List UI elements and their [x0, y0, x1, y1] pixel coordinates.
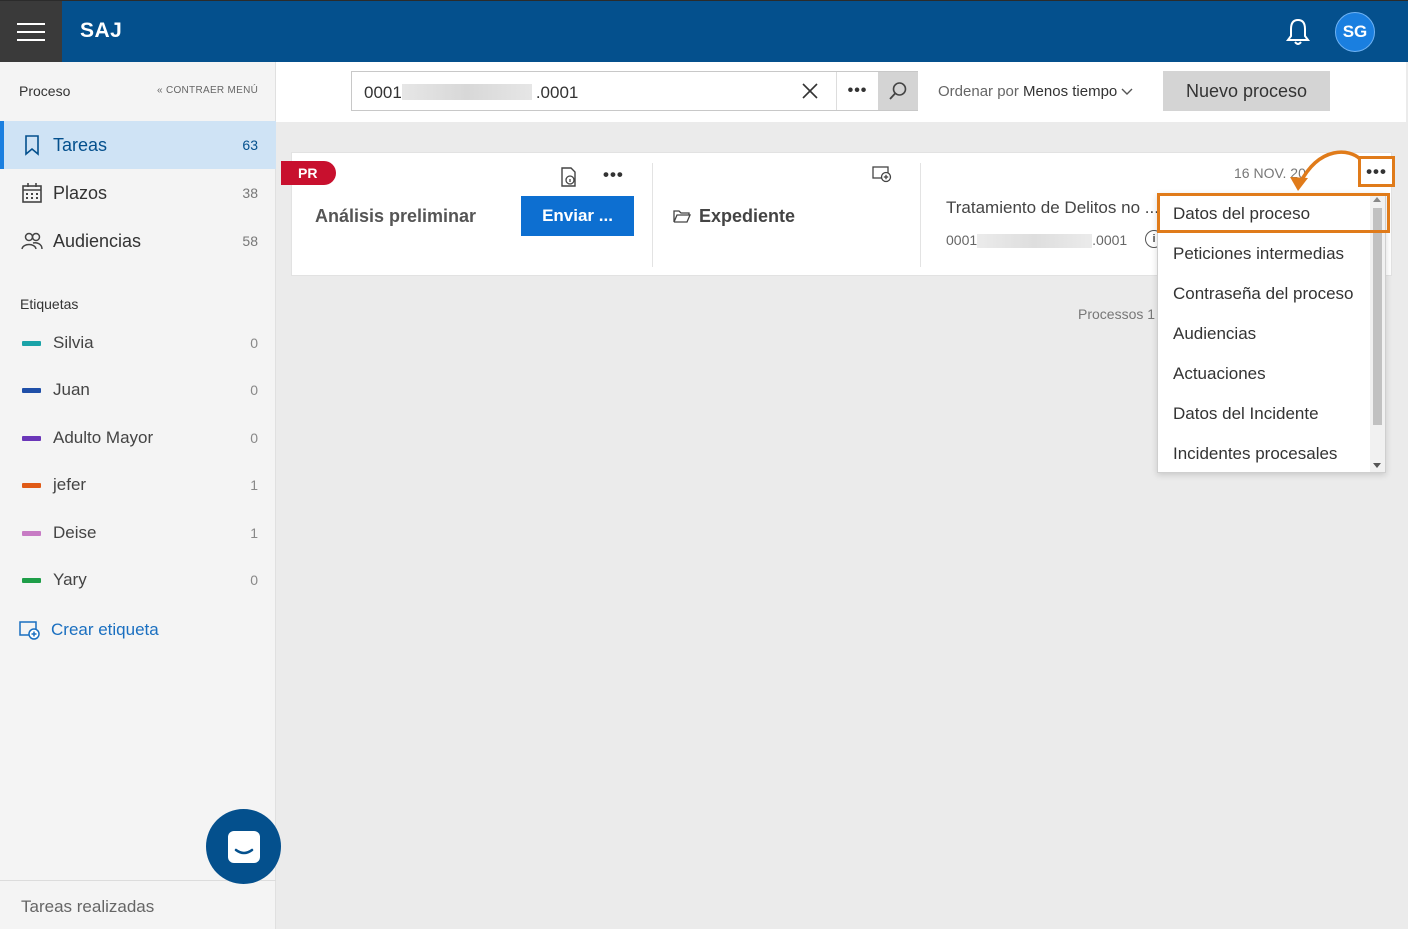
sidebar-item-label: Plazos [53, 182, 108, 203]
user-avatar[interactable]: SG [1335, 12, 1375, 52]
hamburger-menu-icon[interactable] [0, 1, 62, 62]
tag-count: 1 [250, 525, 258, 541]
sort-prefix: Ordenar por [938, 83, 1019, 100]
tag-label: Juan [53, 380, 90, 399]
tag-count: 0 [250, 382, 258, 398]
tag-label: Yary [53, 570, 87, 589]
top-bar: SAJ SG [0, 0, 1408, 62]
tag-item-adulto-mayor[interactable]: Adulto Mayor 0 [0, 418, 276, 458]
create-tag-link[interactable]: Crear etiqueta [19, 620, 159, 640]
sidebar-item-label: Tareas [53, 134, 108, 155]
tag-label: Silvia [53, 333, 94, 352]
menu-item-peticiones-intermedias[interactable]: Peticiones intermedias [1158, 234, 1370, 274]
process-type-badge: PR [281, 161, 336, 185]
redacted-text [402, 84, 532, 100]
sidebar-title: Proceso [19, 83, 71, 99]
sidebar: Proceso « CONTRAER MENÚ Tareas 63 Plazos… [0, 62, 276, 929]
tag-item-yary[interactable]: Yary 0 [0, 560, 276, 600]
menu-item-incidentes-procesales[interactable]: Incidentes procesales [1158, 434, 1370, 472]
highlight-box [1157, 193, 1390, 233]
sort-dropdown[interactable]: Ordenar por Menos tiempo [938, 83, 1133, 100]
sidebar-item-count: 58 [242, 233, 258, 249]
tags-section-title: Etiquetas [20, 296, 79, 312]
add-tag-icon [19, 621, 40, 640]
tag-color-bar [22, 435, 41, 441]
annotation-arrow-icon [1290, 150, 1362, 191]
search-button[interactable] [878, 72, 918, 110]
tag-label: jefer [53, 475, 87, 494]
tag-count: 1 [250, 477, 258, 493]
clear-icon[interactable] [799, 80, 821, 102]
sort-value: Menos tiempo [1023, 83, 1118, 100]
tag-color-bar [22, 577, 41, 583]
tag-count: 0 [250, 430, 258, 446]
expediente-link[interactable]: Expediente [673, 206, 795, 227]
sidebar-item-audiencias[interactable]: Audiencias 58 [0, 217, 276, 265]
tag-item-jefer[interactable]: jefer 1 [0, 465, 276, 505]
chevron-down-icon [1121, 88, 1133, 95]
send-button[interactable]: Enviar ... [521, 196, 634, 236]
tag-count: 0 [250, 335, 258, 351]
processes-count: Processos 1 [1078, 306, 1156, 322]
done-tasks-link[interactable]: Tareas realizadas [0, 880, 276, 929]
bookmark-icon [25, 135, 39, 156]
menu-scrollbar[interactable] [1370, 194, 1385, 472]
sidebar-item-label: Audiencias [53, 230, 142, 251]
toolbar: 0001.0001 ••• Ordenar por Menos tiempo N… [276, 62, 1406, 122]
expediente-label: Expediente [699, 206, 796, 226]
divider [920, 163, 921, 267]
bell-icon[interactable] [1284, 17, 1312, 47]
task-options-button[interactable]: ••• [603, 165, 624, 185]
sidebar-item-tareas[interactable]: Tareas 63 [0, 121, 276, 169]
tag-color-bar [22, 340, 41, 346]
scrollbar-thumb[interactable] [1373, 208, 1382, 425]
sidebar-item-count: 38 [242, 185, 258, 201]
done-tasks-label: Tareas realizadas [21, 897, 155, 916]
menu-item-actuaciones[interactable]: Actuaciones [1158, 354, 1370, 394]
tag-item-juan[interactable]: Juan 0 [0, 370, 276, 410]
search-box[interactable]: 0001.0001 ••• [351, 71, 918, 111]
tag-color-bar [22, 387, 41, 393]
process-options-menu: Datos del proceso Peticiones intermedias… [1157, 193, 1386, 473]
tag-label: Adulto Mayor [53, 428, 154, 447]
chat-icon [227, 830, 260, 863]
brand-logo[interactable]: SAJ [80, 19, 122, 43]
document-info-icon[interactable] [560, 167, 578, 187]
calendar-icon [22, 183, 42, 203]
tag-count: 0 [250, 572, 258, 588]
process-number[interactable]: 0001.0001 [946, 232, 1127, 249]
menu-item-datos-del-incidente[interactable]: Datos del Incidente [1158, 394, 1370, 434]
tag-color-bar [22, 530, 41, 536]
add-tag-icon[interactable] [872, 165, 892, 183]
search-icon [889, 82, 907, 100]
new-process-button[interactable]: Nuevo proceso [1163, 71, 1330, 111]
tag-label: Deise [53, 523, 97, 542]
scroll-down-icon[interactable] [1373, 463, 1381, 468]
search-options-button[interactable]: ••• [836, 72, 878, 110]
tag-item-deise[interactable]: Deise 1 [0, 513, 276, 553]
sidebar-item-plazos[interactable]: Plazos 38 [0, 169, 276, 217]
people-icon [21, 232, 43, 250]
collapse-menu-button[interactable]: « CONTRAER MENÚ [157, 85, 258, 96]
tag-item-silvia[interactable]: Silvia 0 [0, 323, 276, 363]
menu-item-contrasena-del-proceso[interactable]: Contraseña del proceso [1158, 274, 1370, 314]
divider [652, 163, 653, 267]
tag-color-bar [22, 482, 41, 488]
menu-item-audiencias[interactable]: Audiencias [1158, 314, 1370, 354]
folder-open-icon [673, 210, 691, 223]
sidebar-item-count: 63 [242, 137, 258, 153]
redacted-text [977, 234, 1093, 249]
process-class-name: Tratamiento de Delitos no ... [946, 198, 1159, 217]
chat-widget-button[interactable] [206, 809, 281, 884]
create-tag-label: Crear etiqueta [51, 620, 159, 639]
task-phase: Análisis preliminar [315, 206, 477, 226]
